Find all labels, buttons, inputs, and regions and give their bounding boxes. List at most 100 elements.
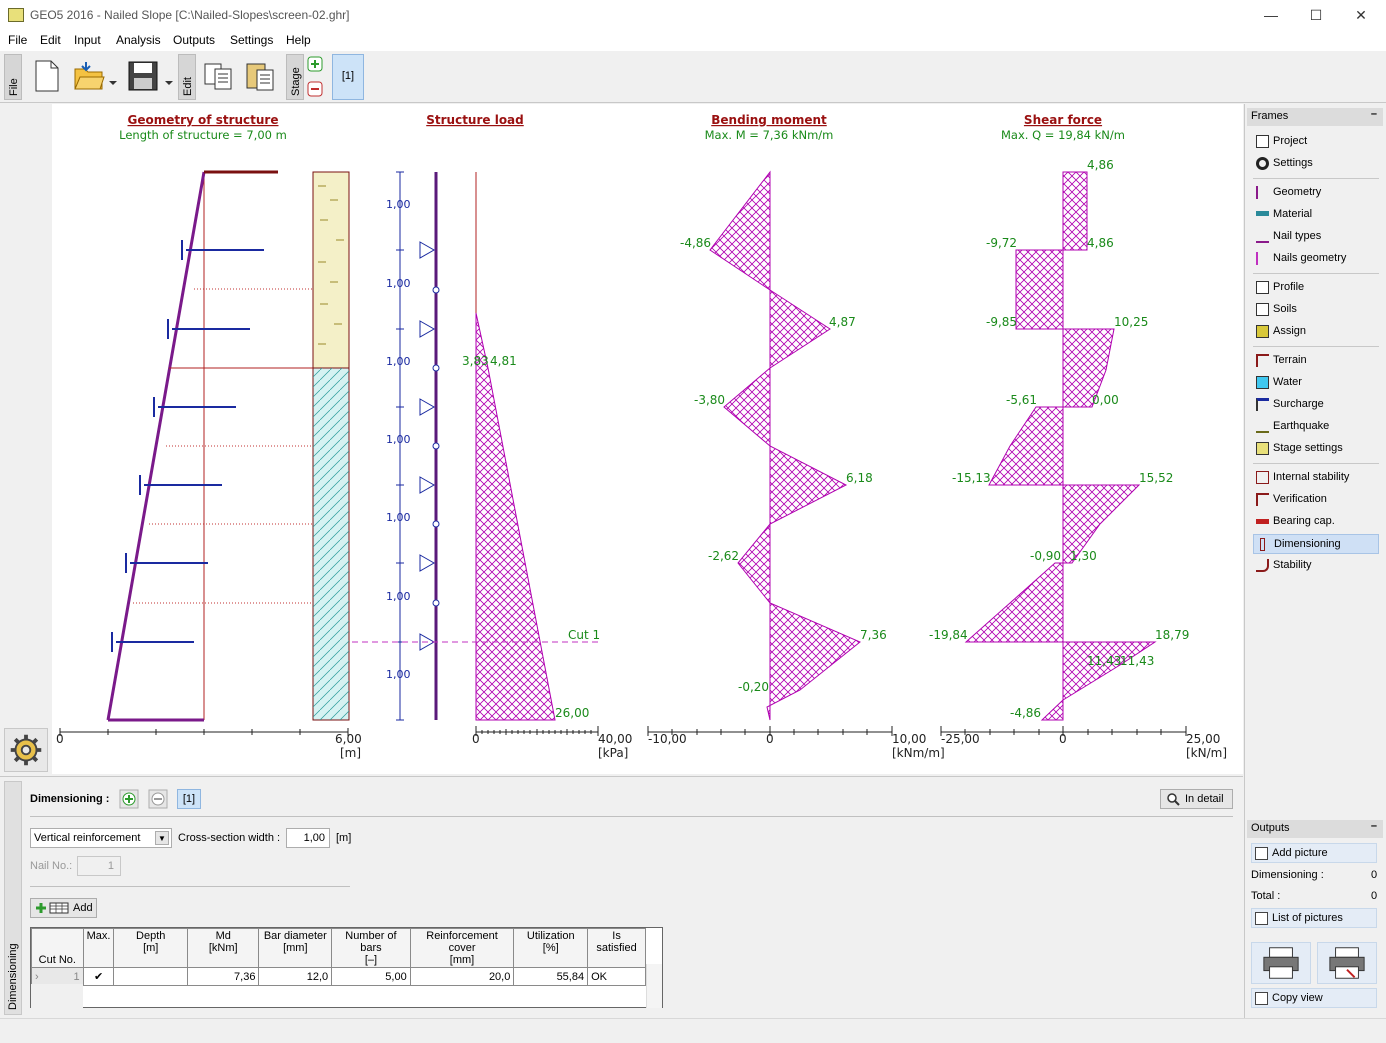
cross-section-unit: [m]: [336, 832, 352, 844]
load-spacing: 1,00: [386, 355, 411, 368]
copy-data-icon[interactable]: [202, 59, 236, 93]
moment-axis-start: -10,00: [648, 732, 687, 746]
open-folder-icon[interactable]: [72, 59, 106, 93]
bearing-cap-icon: [1256, 519, 1269, 524]
shear-axis-mid: 0: [1059, 732, 1067, 746]
verification-icon: [1256, 493, 1269, 506]
frame-nails-geometry[interactable]: Nails geometry: [1253, 249, 1379, 269]
copy-view-icon: [1255, 992, 1268, 1005]
menu-settings[interactable]: Settings: [230, 33, 273, 47]
save-icon[interactable]: [126, 59, 160, 93]
menu-analysis[interactable]: Analysis: [116, 33, 161, 47]
frame-project[interactable]: Project: [1253, 132, 1379, 152]
frame-nail-types[interactable]: Nail types: [1253, 227, 1379, 247]
frame-dimensioning[interactable]: Dimensioning: [1253, 534, 1379, 554]
paste-data-icon[interactable]: [244, 59, 278, 93]
load-axis-unit: [kPa]: [598, 746, 628, 760]
menu-help[interactable]: Help: [286, 33, 311, 47]
frame-material[interactable]: Material: [1253, 205, 1379, 225]
gear-icon[interactable]: [4, 728, 48, 772]
load-label-a: 3,83: [462, 354, 489, 368]
bottom-input-panel: Dimensioning Dimensioning : [1] In detai…: [0, 776, 1243, 1018]
diameter-cell[interactable]: 12,0: [258, 967, 333, 986]
stage-1-button[interactable]: [1]: [332, 54, 364, 100]
reinforcement-type-select[interactable]: Vertical reinforcement ▼: [30, 828, 172, 848]
geometry-axis-end: 6,00: [335, 732, 362, 746]
new-file-icon[interactable]: [30, 59, 64, 93]
remove-cut-icon[interactable]: [148, 789, 168, 809]
add-picture-button[interactable]: Add picture: [1251, 843, 1377, 863]
close-button[interactable]: ✕: [1352, 6, 1370, 24]
max-cell[interactable]: ✔: [82, 967, 115, 986]
frame-profile[interactable]: Profile: [1253, 278, 1379, 298]
frame-assign[interactable]: Assign: [1253, 322, 1379, 342]
frame-geometry[interactable]: Geometry: [1253, 183, 1379, 203]
title-bar: GEO5 2016 - Nailed Slope [C:\Nailed-Slop…: [0, 0, 1386, 31]
cut-no-cell[interactable]: › 1: [31, 967, 84, 986]
col-bar-diameter: Bar diameter [mm]: [258, 928, 333, 968]
menu-input[interactable]: Input: [74, 33, 101, 47]
moment-label: -3,80: [694, 393, 725, 407]
cut-label: Cut 1: [568, 628, 600, 642]
utilization-cell[interactable]: 55,84: [513, 967, 589, 986]
bars-cell[interactable]: 5,00: [331, 967, 411, 986]
shear-label: 11,43: [1087, 654, 1121, 668]
remove-stage-icon[interactable]: [307, 81, 323, 97]
in-detail-button[interactable]: In detail: [1160, 789, 1233, 809]
frame-soils[interactable]: Soils: [1253, 300, 1379, 320]
list-of-pictures-button[interactable]: List of pictures: [1251, 908, 1377, 928]
col-cut-no: Cut No.: [31, 928, 84, 968]
nail-number-input[interactable]: 1: [77, 856, 121, 876]
cross-section-input[interactable]: 1,00: [286, 828, 330, 848]
file-tab[interactable]: File: [4, 54, 22, 100]
is-satisfied-cell[interactable]: OK: [587, 967, 646, 986]
load-spacing: 1,00: [386, 590, 411, 603]
menu-outputs[interactable]: Outputs: [173, 33, 215, 47]
frame-surcharge[interactable]: Surcharge: [1253, 395, 1379, 415]
edit-tab[interactable]: Edit: [178, 54, 196, 100]
stage-1-toggle[interactable]: [1]: [177, 789, 201, 809]
print-preview-icon[interactable]: [1317, 942, 1377, 984]
chevron-down-icon[interactable]: [162, 59, 176, 93]
frame-verification[interactable]: Verification: [1253, 490, 1379, 510]
frame-stage-settings[interactable]: Stage settings: [1253, 439, 1379, 459]
add-cut-icon[interactable]: [119, 789, 139, 809]
frame-settings[interactable]: Settings: [1253, 154, 1379, 174]
collapse-outputs-button[interactable]: –: [1371, 820, 1377, 832]
minimize-button[interactable]: —: [1262, 6, 1280, 24]
cover-cell[interactable]: 20,0: [409, 967, 515, 986]
frame-terrain[interactable]: Terrain: [1253, 351, 1379, 371]
md-cell[interactable]: 7,36: [186, 967, 260, 986]
frames-header: Frames –: [1247, 108, 1383, 126]
shear-label: -9,72: [986, 236, 1017, 250]
moment-axis-mid: 0: [766, 732, 774, 746]
table-row[interactable]: › 1 ✔ 7,36 12,0 5,00 20,0 55,84 OK: [31, 967, 646, 986]
internal-stability-icon: [1256, 471, 1269, 484]
load-spacing: 1,00: [386, 198, 411, 211]
frame-bearing-cap[interactable]: Bearing cap.: [1253, 512, 1379, 532]
add-row-button[interactable]: Add: [30, 898, 97, 918]
toolbar: File Edit Stage [1]: [0, 51, 1386, 103]
depth-cell[interactable]: [113, 967, 188, 986]
menu-file[interactable]: File: [8, 33, 27, 47]
dimensioning-side-tab[interactable]: Dimensioning: [4, 781, 22, 1015]
chevron-down-icon[interactable]: [106, 59, 120, 93]
stage-tab[interactable]: Stage: [286, 54, 304, 100]
surcharge-icon: [1256, 398, 1269, 411]
copy-view-button[interactable]: Copy view: [1251, 988, 1377, 1008]
moment-label: -0,20: [738, 680, 769, 694]
menu-edit[interactable]: Edit: [40, 33, 61, 47]
add-stage-icon[interactable]: [307, 56, 323, 72]
drawing-canvas[interactable]: Geometry of structure Structure load Ben…: [52, 104, 1243, 774]
frame-internal-stability[interactable]: Internal stability: [1253, 468, 1379, 488]
frame-stability[interactable]: Stability: [1253, 556, 1379, 576]
frame-earthquake[interactable]: Earthquake: [1253, 417, 1379, 437]
print-icon[interactable]: [1251, 942, 1311, 984]
moment-label: -2,62: [708, 549, 739, 563]
stability-icon: [1256, 559, 1269, 572]
frame-water[interactable]: Water: [1253, 373, 1379, 393]
collapse-frames-button[interactable]: –: [1371, 108, 1377, 120]
table-scrollbar[interactable]: [646, 964, 662, 1008]
shear-label: 0,00: [1092, 393, 1119, 407]
maximize-button[interactable]: ☐: [1307, 6, 1325, 24]
